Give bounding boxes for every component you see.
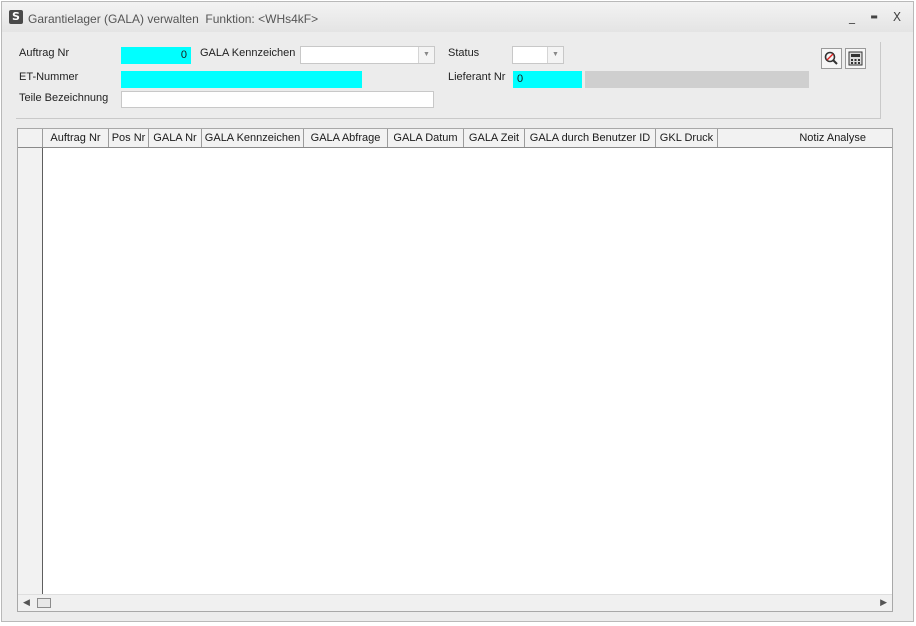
chevron-down-icon[interactable]: ▼ [547, 47, 563, 63]
maximize-button[interactable]: ▬ [865, 8, 883, 26]
column-header-gala-datum[interactable]: GALA Datum [388, 129, 464, 147]
row-selector-header[interactable] [18, 129, 43, 147]
et-nummer-label: ET-Nummer [19, 71, 79, 83]
column-header-gala-durch-benutzer-id[interactable]: GALA durch Benutzer ID [525, 129, 656, 147]
search-button[interactable] [821, 48, 842, 69]
lieferant-name-field [585, 71, 809, 88]
status-dropdown[interactable]: ▼ [512, 46, 564, 64]
gala-kennzeichen-label: GALA Kennzeichen [200, 47, 296, 59]
column-header-gala-nr[interactable]: GALA Nr [149, 129, 202, 147]
gala-kennzeichen-dropdown[interactable]: ▼ [300, 46, 435, 64]
chevron-down-icon[interactable]: ▼ [418, 47, 434, 63]
auftrag-nr-input[interactable]: 0 [121, 47, 191, 64]
teile-bezeichnung-input[interactable] [121, 91, 434, 108]
lieferant-nr-input[interactable]: 0 [513, 71, 582, 88]
column-header-pos-nr[interactable]: Pos Nr [109, 129, 149, 147]
search-icon [824, 51, 838, 65]
close-button[interactable]: X [888, 8, 906, 26]
teile-bezeichnung-label: Teile Bezeichnung [19, 92, 109, 104]
column-header-gkl-druck[interactable]: GKL Druck [656, 129, 718, 147]
gala-table[interactable]: Auftrag Nr Pos Nr GALA Nr GALA Kennzeich… [17, 128, 893, 612]
et-nummer-input[interactable] [121, 71, 362, 88]
row-selector-column[interactable] [18, 148, 43, 595]
horizontal-scrollbar[interactable]: ◀ ▶ [18, 594, 892, 611]
window-title: Garantielager (GALA) verwalten Funktion:… [28, 12, 319, 26]
scrollbar-thumb[interactable] [37, 598, 51, 608]
title-bar[interactable]: S Garantielager (GALA) verwalten Funktio… [2, 2, 913, 32]
main-window: S Garantielager (GALA) verwalten Funktio… [1, 1, 914, 622]
form-border-right [880, 42, 881, 118]
app-logo-icon: S [9, 10, 23, 24]
minimize-button[interactable]: _ [843, 8, 861, 26]
status-label: Status [448, 47, 480, 59]
column-header-gala-abfrage[interactable]: GALA Abfrage [304, 129, 388, 147]
calculator-icon [848, 51, 863, 66]
lieferant-nr-label: Lieferant Nr [448, 71, 506, 83]
table-header: Auftrag Nr Pos Nr GALA Nr GALA Kennzeich… [18, 129, 892, 148]
column-header-gala-zeit[interactable]: GALA Zeit [464, 129, 525, 147]
auftrag-nr-label: Auftrag Nr [19, 47, 70, 59]
column-header-gala-kennzeichen[interactable]: GALA Kennzeichen [202, 129, 304, 147]
scroll-right-icon[interactable]: ▶ [880, 597, 887, 608]
form-border-bottom [16, 118, 881, 119]
calculator-button[interactable] [845, 48, 866, 69]
column-header-auftrag-nr[interactable]: Auftrag Nr [43, 129, 109, 147]
column-header-notiz-analyse[interactable]: Notiz Analyse [718, 129, 892, 147]
scroll-left-icon[interactable]: ◀ [23, 597, 30, 608]
